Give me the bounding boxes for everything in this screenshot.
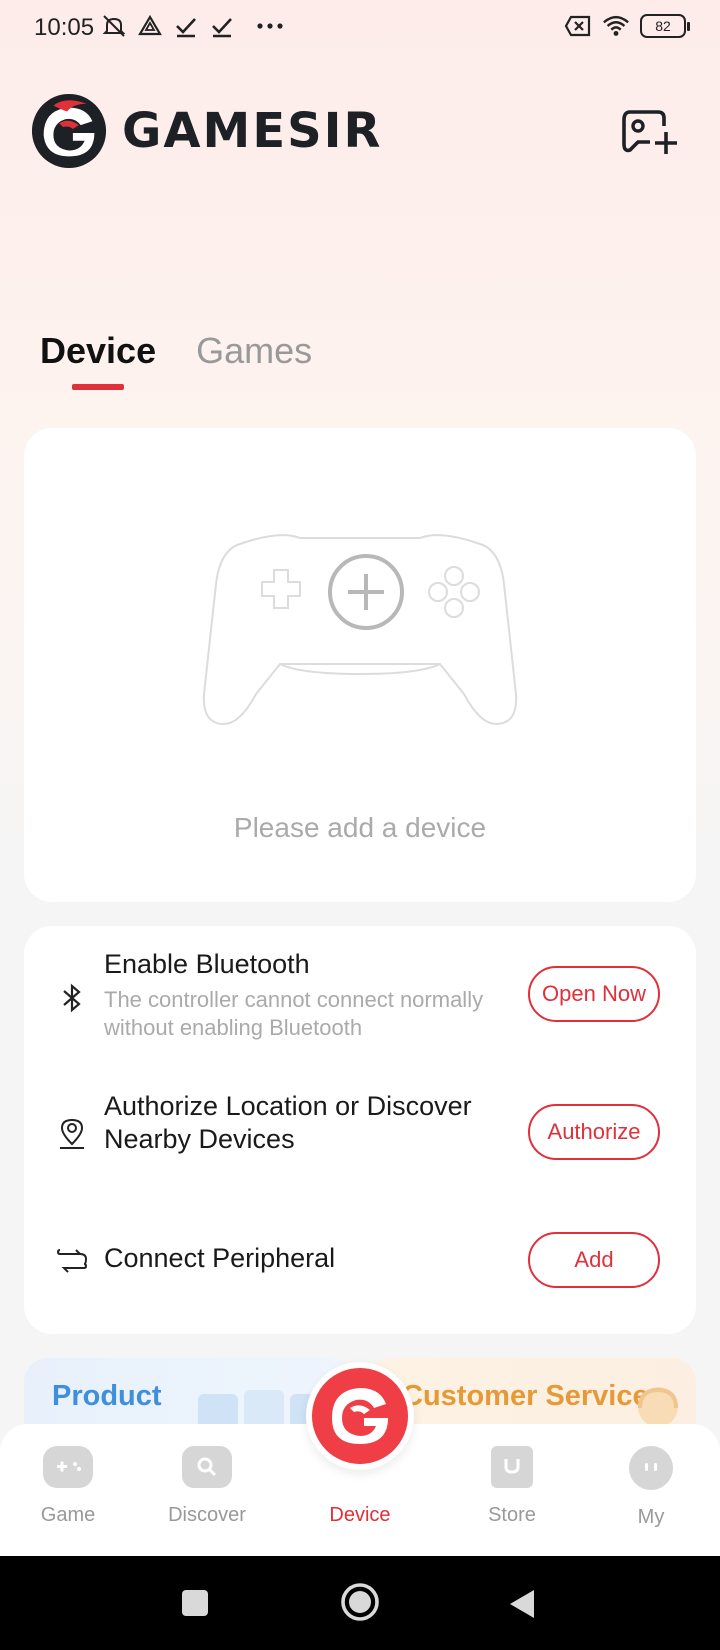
status-notifications — [100, 12, 284, 40]
discover-icon — [182, 1446, 232, 1488]
back-button[interactable] — [508, 1588, 536, 1625]
authorize-location-button[interactable]: Authorize — [528, 1104, 660, 1160]
check-icon — [172, 12, 200, 40]
tab-device[interactable]: Device — [40, 330, 156, 390]
nav-store-label: Store — [488, 1504, 536, 1526]
active-tab-indicator — [72, 384, 125, 390]
customer-service-label: Customer Service — [402, 1380, 649, 1412]
controller-add-icon — [622, 110, 677, 154]
circle-home-icon — [341, 1583, 379, 1621]
nav-discover-label: Discover — [168, 1504, 246, 1526]
home-button[interactable] — [340, 1582, 380, 1627]
bluetooth-icon — [63, 983, 81, 1013]
peripheral-connect-icon — [56, 1249, 88, 1273]
wifi-icon — [602, 12, 630, 40]
nav-my[interactable]: My — [591, 1424, 711, 1556]
no-sim-icon — [564, 12, 592, 40]
nav-game[interactable]: Game — [8, 1424, 128, 1556]
recents-button[interactable] — [180, 1588, 210, 1623]
bluetooth-title: Enable Bluetooth — [104, 949, 310, 979]
mute-icon — [100, 12, 128, 40]
tab-bar: Device Games — [40, 330, 312, 390]
open-bluetooth-button[interactable]: Open Now — [528, 966, 660, 1022]
status-bar: 10:05 82 — [0, 0, 720, 56]
peripheral-row: Connect Peripheral Add — [24, 1196, 696, 1334]
nav-my-label: My — [637, 1506, 665, 1528]
nav-store[interactable]: Store — [452, 1424, 572, 1556]
back-triangle-icon — [510, 1590, 534, 1618]
gamepad-icon — [43, 1446, 93, 1488]
battery-icon: 82 — [640, 14, 690, 38]
status-time: 10:05 — [34, 14, 95, 41]
system-nav-bar — [0, 1556, 720, 1650]
brand-name: GAMESIR — [122, 103, 383, 159]
gamesir-logo-icon — [332, 1388, 388, 1444]
add-device-controller-icon — [202, 534, 518, 726]
nav-discover[interactable]: Discover — [147, 1424, 267, 1556]
tab-device-label: Device — [40, 330, 157, 371]
location-pin-icon — [60, 1118, 84, 1149]
setup-card: Enable Bluetooth The controller cannot c… — [24, 926, 696, 1334]
drive-icon — [136, 12, 164, 40]
square-icon — [182, 1590, 208, 1616]
store-bag-icon — [491, 1446, 533, 1488]
add-controller-button[interactable] — [620, 106, 680, 158]
nav-device-label: Device — [329, 1504, 391, 1526]
bluetooth-desc: The controller cannot connect normally w… — [104, 987, 484, 1040]
nav-game-label: Game — [40, 1504, 96, 1526]
check-icon — [208, 12, 236, 40]
tab-games[interactable]: Games — [196, 330, 312, 390]
location-row: Authorize Location or Discover Nearby De… — [24, 1066, 696, 1196]
gamesir-logo-icon — [31, 93, 107, 169]
gamesir-logo: GAMESIR — [30, 92, 383, 170]
tab-games-label: Games — [196, 330, 313, 371]
profile-face-icon — [629, 1446, 673, 1490]
location-title: Authorize Location or Discover Nearby De… — [104, 1091, 472, 1154]
product-label: Product — [52, 1380, 162, 1412]
device-home-button[interactable] — [306, 1362, 414, 1470]
device-card[interactable]: Please add a device — [24, 428, 696, 902]
more-dots-icon — [256, 12, 284, 40]
peripheral-title: Connect Peripheral — [104, 1243, 336, 1273]
empty-device-text: Please add a device — [233, 812, 487, 843]
bluetooth-row: Enable Bluetooth The controller cannot c… — [24, 926, 696, 1066]
add-peripheral-button[interactable]: Add — [528, 1232, 660, 1288]
status-system-icons: 82 — [564, 12, 690, 40]
